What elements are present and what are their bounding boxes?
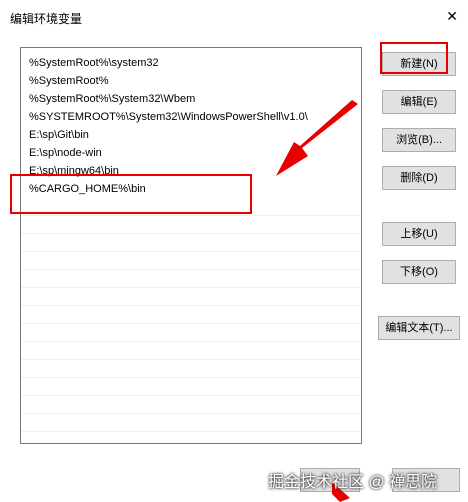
empty-row [21,396,361,414]
empty-row [21,216,361,234]
empty-row [21,252,361,270]
highlight-box-new-entry [10,174,252,214]
background-window-strip [0,32,8,502]
watermark-text: 掘金技术社区 @ 禅思院 [268,474,438,491]
highlight-box-new-button [380,42,448,74]
empty-row [21,342,361,360]
empty-row [21,288,361,306]
empty-row [21,414,361,432]
title-bar: 编辑环境变量 ✕ [0,0,468,32]
edit-button[interactable]: 编辑(E) [382,90,456,114]
empty-row [21,378,361,396]
move-up-button[interactable]: 上移(U) [382,222,456,246]
list-item[interactable]: %SystemRoot% [21,72,361,90]
edit-text-button[interactable]: 编辑文本(T)... [378,316,460,340]
window-title: 编辑环境变量 [10,12,83,26]
move-down-button[interactable]: 下移(O) [382,260,456,284]
empty-row [21,270,361,288]
browse-button[interactable]: 浏览(B)... [382,128,456,152]
empty-row [21,306,361,324]
empty-row [21,324,361,342]
close-icon[interactable]: ✕ [446,8,458,25]
delete-button[interactable]: 删除(D) [382,166,456,190]
empty-row [21,360,361,378]
list-item[interactable]: %SystemRoot%\system32 [21,54,361,72]
red-arrow-annotation [276,100,358,176]
empty-row [21,234,361,252]
